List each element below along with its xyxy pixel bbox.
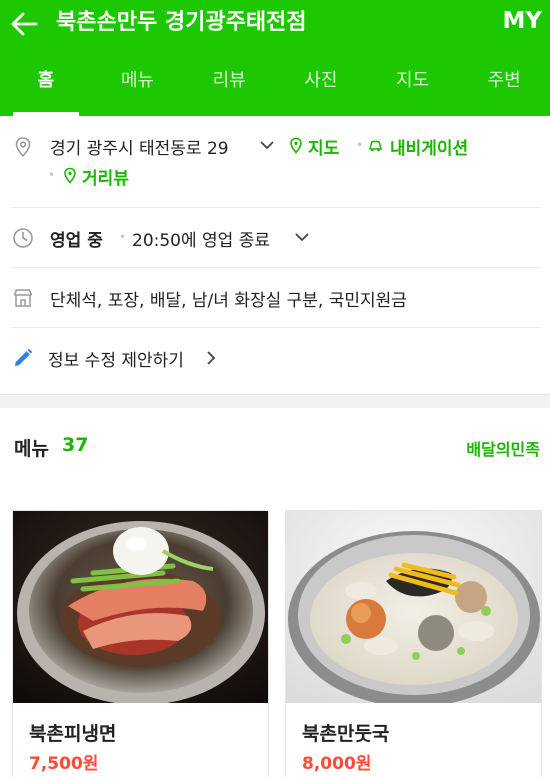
my-button[interactable]: MY — [502, 6, 542, 36]
hours-row[interactable]: 영업 중 • 20:50에 영업 종료 — [12, 226, 540, 252]
menu-item-price: 8,000원 — [302, 754, 372, 774]
map-pin-icon — [288, 137, 304, 158]
divider — [12, 327, 540, 328]
navigation-icon — [367, 137, 384, 158]
store-icon — [12, 287, 34, 309]
tab-menu[interactable]: 메뉴 — [92, 50, 184, 116]
divider — [12, 207, 540, 208]
menu-card[interactable]: 북촌피냉면 7,500원 — [12, 510, 269, 777]
food-photo — [286, 511, 541, 707]
section-gap — [0, 394, 550, 408]
map-pin-icon — [62, 167, 78, 188]
edit-suggestion-row[interactable]: 정보 수정 제안하기 — [12, 346, 540, 372]
page-title: 북촌손만두 경기광주태전점 — [56, 10, 307, 35]
menu-count: 37 — [62, 434, 89, 456]
open-status: 영업 중 — [50, 231, 103, 251]
amenities-text: 단체석, 포장, 배달, 남/녀 화장실 구분, 국민지원금 — [50, 291, 407, 311]
place-info-section: 경기 광주시 태전동로 29 지도 • 내비게이션 • 거리뷰 영업 중 • 2… — [0, 116, 550, 394]
top-app-bar: 북촌손만두 경기광주태전점 MY — [0, 0, 550, 50]
clock-icon — [12, 227, 34, 249]
separator-dot: • — [48, 168, 56, 182]
tab-photos[interactable]: 사진 — [275, 50, 367, 116]
menu-item-price: 7,500원 — [29, 754, 99, 774]
map-link[interactable]: 지도 — [308, 134, 339, 159]
tab-home[interactable]: 홈 — [0, 50, 92, 116]
menu-card[interactable]: 북촌만둣국 8,000원 — [285, 510, 542, 777]
chevron-down-icon[interactable] — [258, 136, 276, 158]
menu-item-name: 북촌만둣국 — [302, 723, 390, 745]
chevron-down-icon[interactable] — [293, 228, 311, 250]
address-row: 경기 광주시 태전동로 29 지도 • 내비게이션 • 거리뷰 — [12, 134, 540, 194]
address-text[interactable]: 경기 광주시 태전동로 29 — [50, 134, 229, 159]
tab-map[interactable]: 지도 — [367, 50, 459, 116]
separator-dot: • — [119, 230, 127, 244]
divider — [12, 267, 540, 268]
delivery-app-link[interactable]: 배달의민족 — [466, 436, 540, 460]
separator-dot: • — [356, 138, 364, 152]
closing-time: 20:50에 영업 종료 — [132, 231, 270, 251]
edit-suggestion-link[interactable]: 정보 수정 제안하기 — [48, 346, 184, 371]
tab-bar: 홈 메뉴 리뷰 사진 지도 주변 — [0, 50, 550, 116]
tab-reviews[interactable]: 리뷰 — [183, 50, 275, 116]
chevron-right-icon — [204, 349, 218, 371]
menu-title: 메뉴 — [14, 438, 49, 460]
map-pin-icon — [12, 136, 34, 158]
street-view-link[interactable]: 거리뷰 — [82, 164, 129, 189]
navigation-link[interactable]: 내비게이션 — [390, 134, 468, 159]
menu-section-header: 메뉴 37 배달의민족 — [0, 408, 550, 488]
pencil-icon — [12, 347, 34, 369]
menu-item-name: 북촌피냉면 — [29, 723, 117, 745]
tab-nearby[interactable]: 주변 — [458, 50, 550, 116]
food-photo — [13, 511, 268, 705]
amenities-row: 단체석, 포장, 배달, 남/녀 화장실 구분, 국민지원금 — [12, 286, 540, 312]
back-arrow-icon[interactable] — [6, 6, 42, 42]
